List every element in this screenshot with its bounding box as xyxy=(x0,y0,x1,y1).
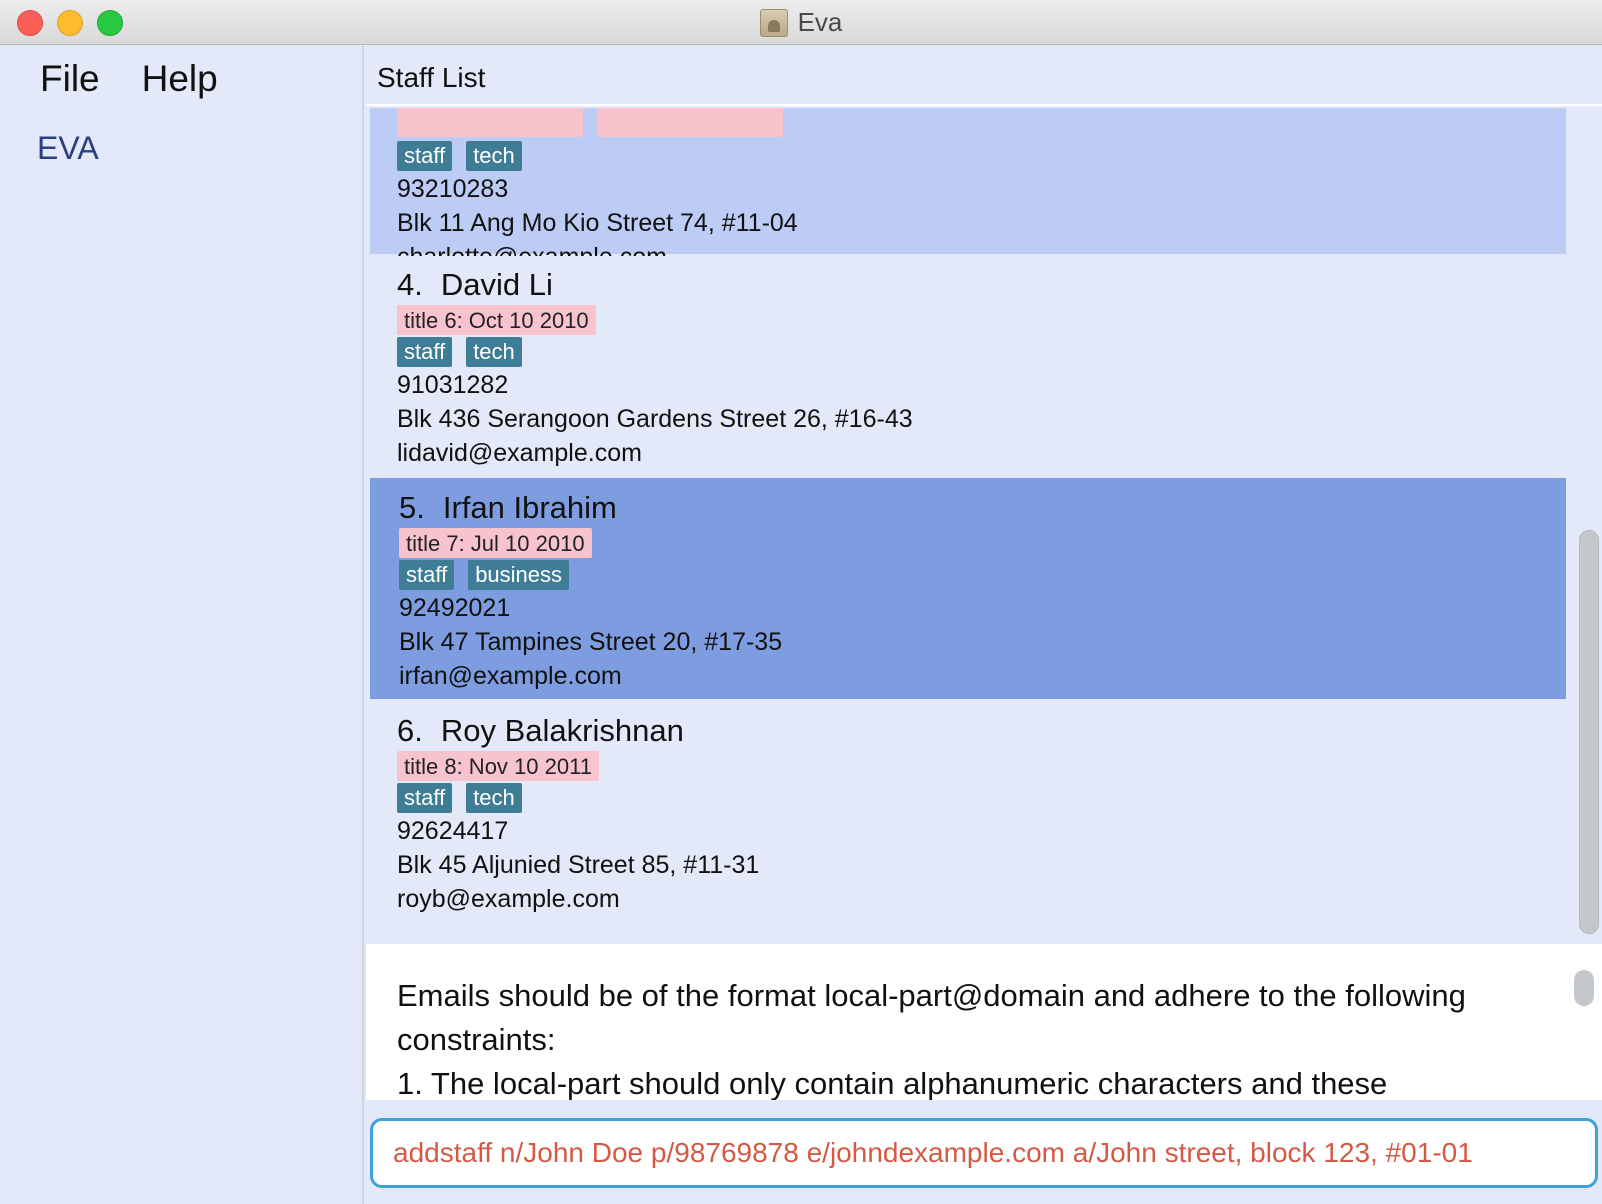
title-tag-clipped xyxy=(397,108,583,137)
card-email: royb@example.com xyxy=(397,885,620,913)
eva-label: EVA xyxy=(37,130,99,166)
tag-row: title 7: Jul 10 2010 xyxy=(399,527,1566,559)
card-address: Blk 47 Tampines Street 20, #17-35 xyxy=(399,628,783,656)
tag-row xyxy=(397,108,1566,138)
card-name: Irfan Ibrahim xyxy=(442,490,617,525)
staff-list[interactable]: staff tech 93210283 Blk 11 Ang Mo Kio St… xyxy=(366,108,1602,944)
tag: staff xyxy=(399,560,455,590)
staff-list-scrollbar-thumb[interactable] xyxy=(1579,530,1599,934)
tag-row: staff tech xyxy=(397,140,1566,172)
tag-row: staff tech xyxy=(397,336,1566,368)
menu-bar: File Help xyxy=(40,58,218,100)
tag: staff xyxy=(397,783,453,813)
window-title-group: Eva xyxy=(0,0,1602,45)
result-line: constraints: xyxy=(397,1022,556,1057)
title-tag: title 8: Nov 10 2011 xyxy=(397,751,599,781)
result-line: 1. The local-part should only contain al… xyxy=(397,1066,1388,1100)
card-phone: 93210283 xyxy=(397,175,509,203)
staff-card[interactable]: 6. Roy Balakrishnan title 8: Nov 10 2011 … xyxy=(370,701,1566,922)
tag: staff xyxy=(397,141,453,171)
card-phone: 91031282 xyxy=(397,371,509,399)
tag-row: title 6: Oct 10 2010 xyxy=(397,304,1566,336)
staff-card-selected[interactable]: 5. Irfan Ibrahim title 7: Jul 10 2010 sta… xyxy=(370,478,1566,699)
card-name: David Li xyxy=(440,267,553,302)
menu-file[interactable]: File xyxy=(40,58,100,100)
tag: tech xyxy=(466,141,522,171)
card-address: Blk 11 Ang Mo Kio Street 74, #11-04 xyxy=(397,209,798,237)
card-index: 4. xyxy=(397,267,423,302)
title-tag: title 6: Oct 10 2010 xyxy=(397,305,596,335)
card-address: Blk 436 Serangoon Gardens Street 26, #16… xyxy=(397,405,913,433)
title-tag: title 7: Jul 10 2010 xyxy=(399,528,592,558)
card-email: lidavid@example.com xyxy=(397,439,642,467)
card-index: 6. xyxy=(397,713,423,748)
card-title: 5. Irfan Ibrahim xyxy=(399,489,1566,527)
card-name: Roy Balakrishnan xyxy=(440,713,684,748)
tag: business xyxy=(468,560,570,590)
left-panel: File Help EVA xyxy=(0,46,364,1204)
result-text: Emails should be of the format local-par… xyxy=(397,974,1527,1100)
window-title: Eva xyxy=(797,7,843,37)
command-input[interactable] xyxy=(393,1137,1575,1169)
title-tag-clipped xyxy=(597,108,783,137)
staff-card[interactable]: staff tech 93210283 Blk 11 Ang Mo Kio St… xyxy=(370,108,1566,271)
card-email: irfan@example.com xyxy=(399,662,622,690)
tag-row: title 8: Nov 10 2011 xyxy=(397,750,1566,782)
contacts-app-icon xyxy=(759,8,788,37)
tag: tech xyxy=(466,783,522,813)
card-title: 4. David Li xyxy=(397,266,1566,304)
app-window: Eva File Help EVA Staff List staff tech … xyxy=(0,0,1602,1204)
card-address: Blk 45 Aljunied Street 85, #11-31 xyxy=(397,851,760,879)
tag: staff xyxy=(397,337,453,367)
result-scrollbar-thumb[interactable] xyxy=(1574,970,1594,1006)
card-index: 5. xyxy=(399,490,425,525)
result-line: Emails should be of the format local-par… xyxy=(397,978,1466,1013)
tag-row: staff business xyxy=(399,559,1566,591)
menu-help[interactable]: Help xyxy=(142,58,218,100)
card-phone: 92492021 xyxy=(399,594,511,622)
card-phone: 92624417 xyxy=(397,817,509,845)
tag-row: staff tech xyxy=(397,782,1566,814)
staff-list-header: Staff List xyxy=(366,46,1602,106)
tag: tech xyxy=(466,337,522,367)
staff-card[interactable]: 4. David Li title 6: Oct 10 2010 staff te… xyxy=(370,256,1566,476)
command-box[interactable] xyxy=(370,1118,1598,1188)
card-title: 6. Roy Balakrishnan xyxy=(397,712,1566,750)
result-display[interactable]: Emails should be of the format local-par… xyxy=(366,944,1602,1100)
title-bar[interactable]: Eva xyxy=(0,0,1602,45)
